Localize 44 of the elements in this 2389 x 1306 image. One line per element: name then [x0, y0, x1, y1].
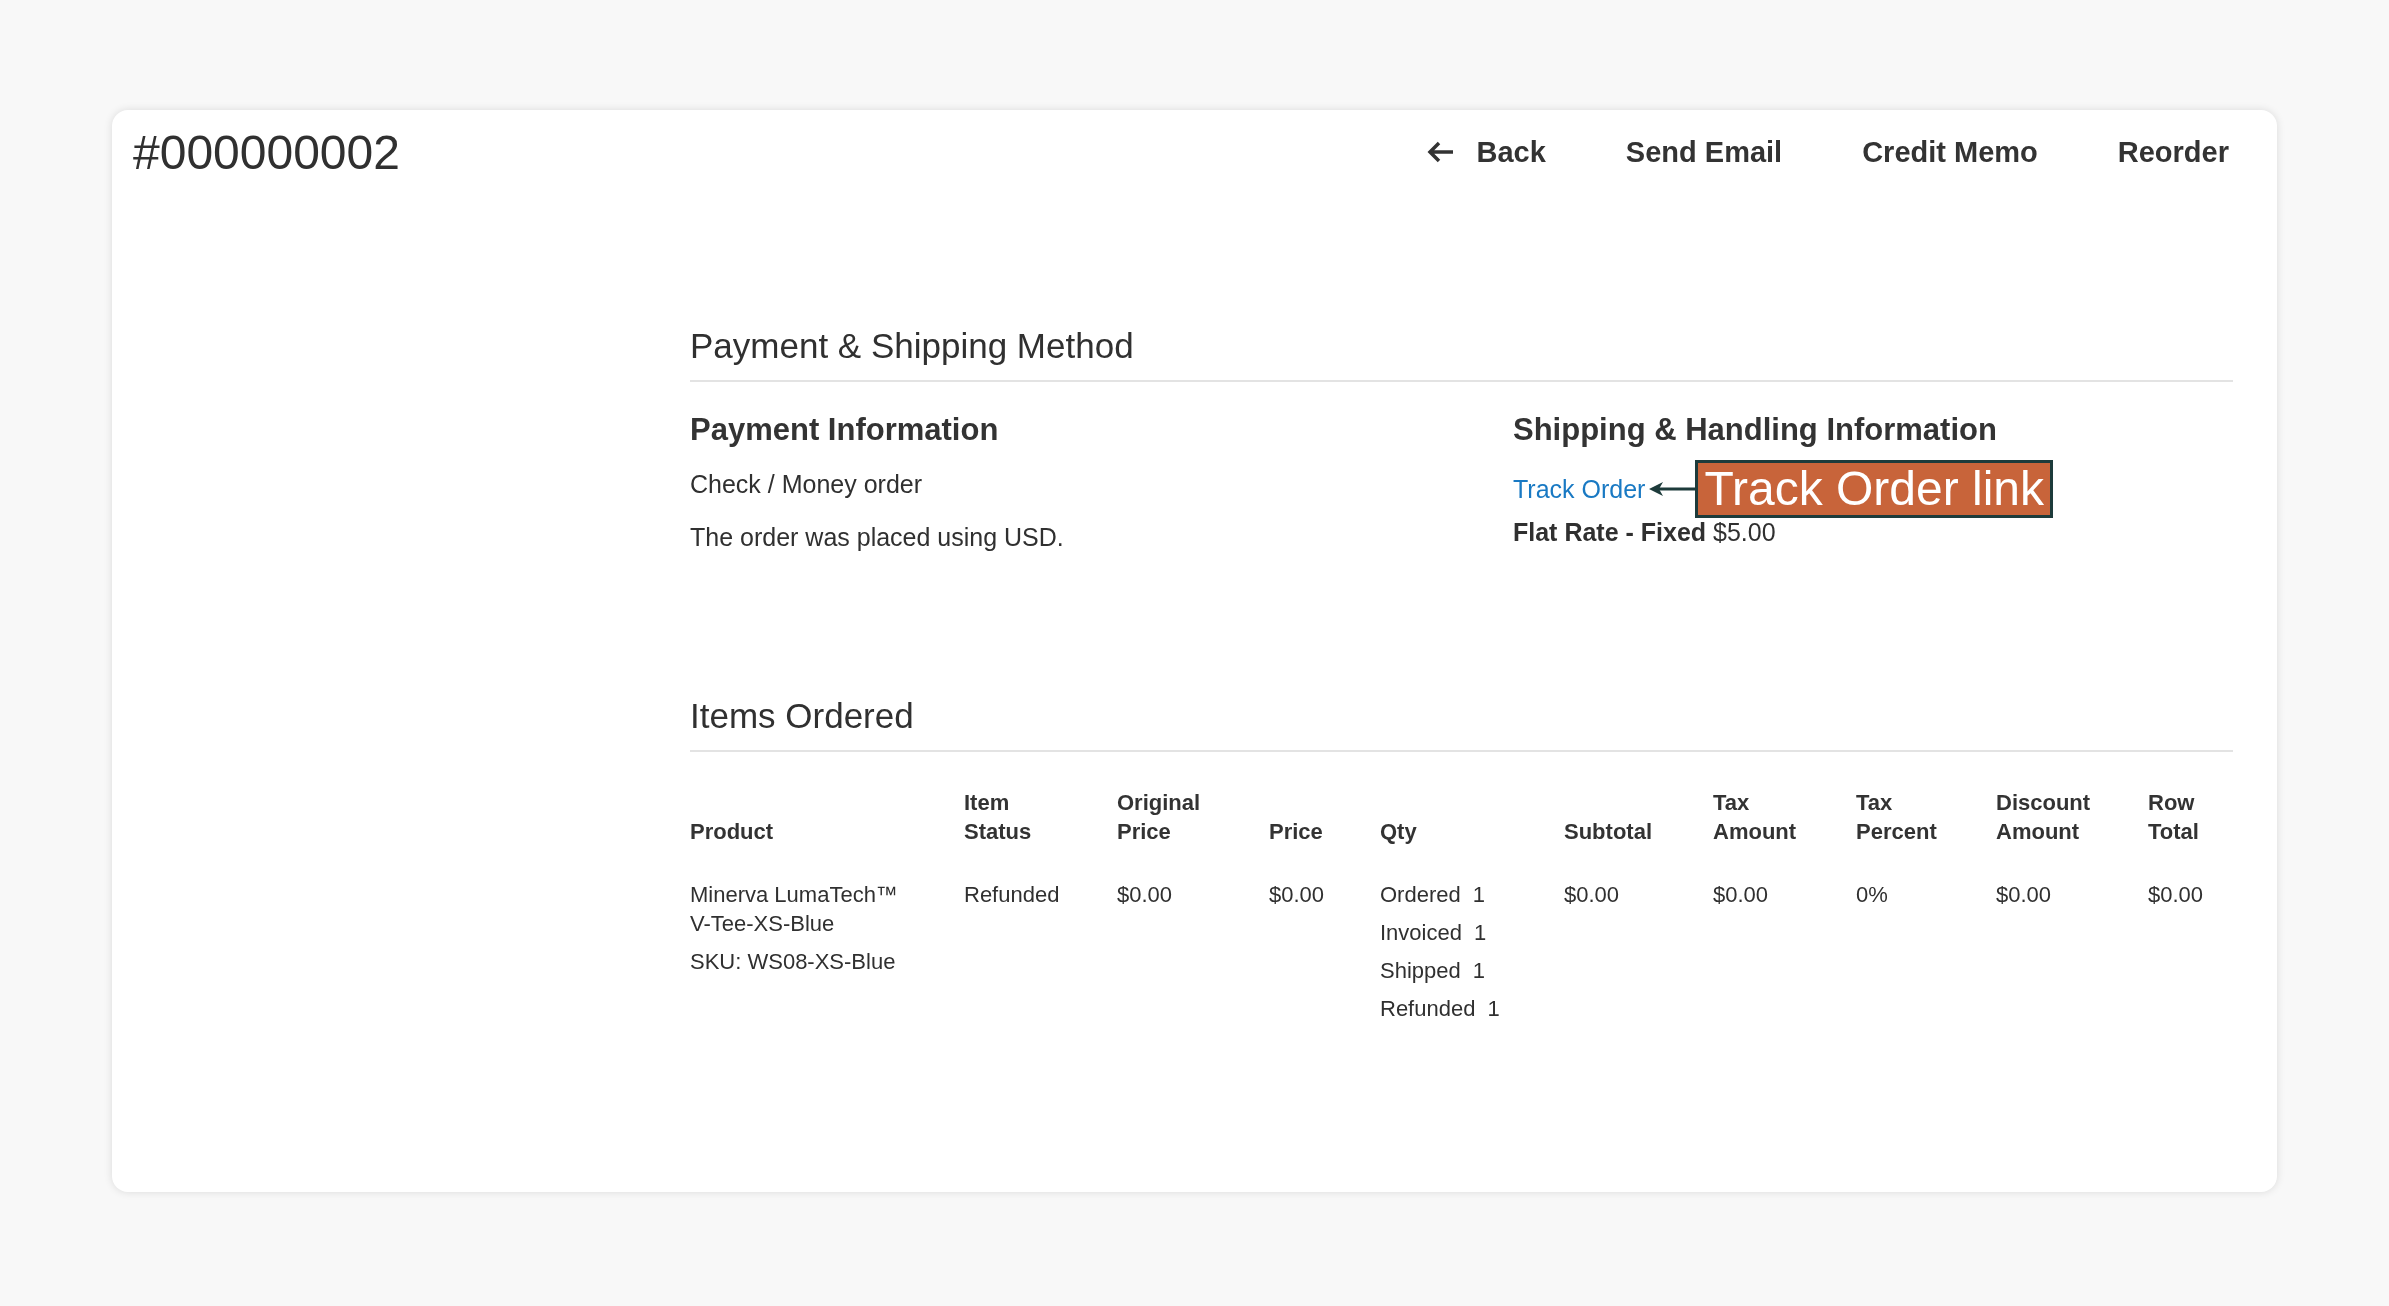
order-number: #000000002 — [133, 124, 400, 180]
table-cell-text: $0.00 — [1269, 881, 1326, 909]
column-header: Original Price — [1117, 789, 1201, 846]
column-header: Row Total — [2148, 789, 2199, 846]
table-cell-text: $0.00 — [1564, 881, 1621, 909]
qty-value: 1 — [1472, 881, 1485, 909]
action-button[interactable]: Send Email — [1625, 135, 1783, 169]
qty-label: Invoiced — [1380, 919, 1462, 947]
section-title: Items Ordered — [690, 696, 2233, 752]
action-button[interactable]: Credit Memo — [1862, 135, 2038, 169]
action-button[interactable]: Reorder — [2117, 135, 2229, 169]
payment-title: Payment Information — [690, 412, 1000, 448]
back-button[interactable]: Back — [1426, 135, 1546, 169]
qty-label: Shipped — [1380, 957, 1461, 985]
table-cell-text: $0.00 — [2148, 881, 2205, 909]
column-header: Subtotal — [1564, 818, 1652, 846]
column-header: Tax Amount — [1713, 789, 1797, 846]
back-arrow-icon — [1426, 141, 1455, 163]
product-name: Minerva LumaTech™ V-Tee-XS-Blue — [690, 881, 899, 938]
table-cell-text: Refunded — [964, 881, 1061, 909]
column-header: Price — [1269, 818, 1323, 846]
payment-text: Check / Money order — [690, 470, 924, 499]
column-header: Item Status — [964, 789, 1032, 846]
column-header: Tax Percent — [1856, 789, 1937, 846]
qty-value: 1 — [1487, 995, 1500, 1023]
column-header: Product — [690, 818, 774, 846]
payment-text: The order was placed using USD. — [690, 523, 1065, 552]
table-cell-text: $0.00 — [1117, 881, 1174, 909]
qty-value: 1 — [1473, 919, 1487, 947]
qty-value: 1 — [1472, 957, 1485, 985]
product-sku: SKU: WS08-XS-Blue — [690, 948, 897, 976]
section-title: Payment & Shipping Method — [690, 326, 2233, 382]
table-cell-text: 0% — [1856, 881, 1889, 909]
callout-arrow — [1649, 481, 1696, 497]
shipping-method: Flat Rate - Fixed $5.00 — [1513, 518, 1777, 547]
column-header: Qty — [1380, 818, 1417, 846]
column-header: Discount Amount — [1996, 789, 2091, 846]
table-cell-text: $0.00 — [1713, 881, 1770, 909]
table-cell-text: $0.00 — [1996, 881, 2053, 909]
callout-label: Track Order link — [1695, 460, 2054, 518]
track-order-link[interactable]: Track Order — [1513, 474, 1646, 504]
qty-label: Refunded — [1380, 995, 1476, 1023]
qty-label: Ordered — [1380, 881, 1461, 909]
shipping-title: Shipping & Handling Information — [1513, 412, 1998, 448]
